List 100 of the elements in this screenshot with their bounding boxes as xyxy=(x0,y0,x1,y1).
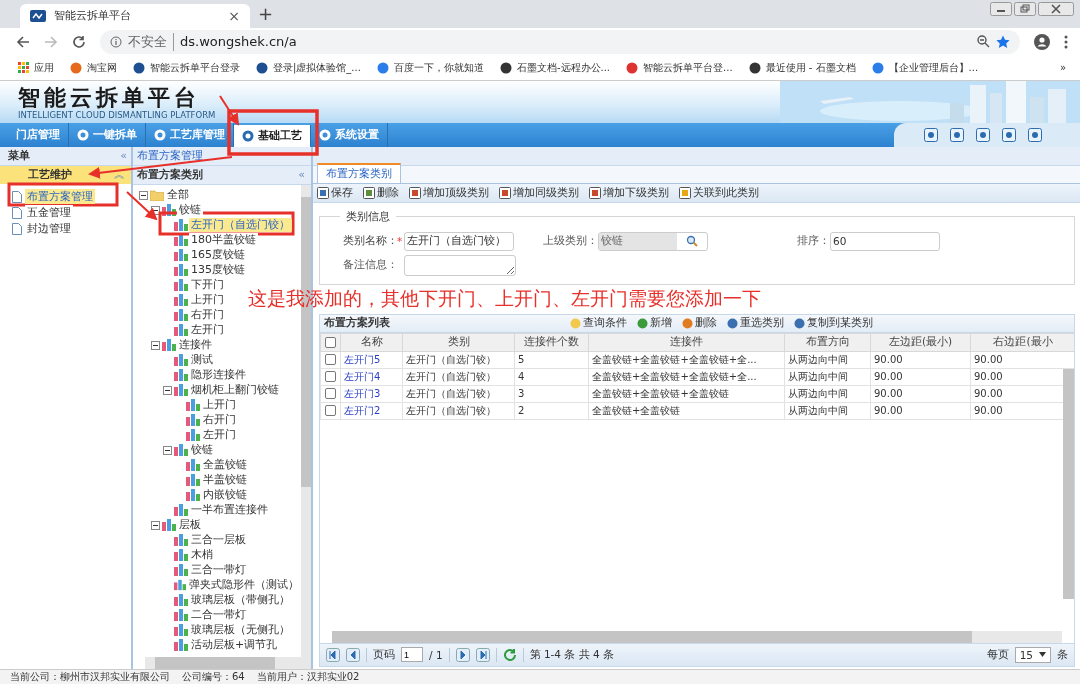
bookmark-link[interactable]: 百度一下，你就知道 xyxy=(376,60,484,75)
tab-title: 智能云拆单平台 xyxy=(54,8,131,24)
bookmark-link[interactable]: 淘宝网 xyxy=(70,60,117,75)
tree-item[interactable]: 左开门（自选门铰） xyxy=(189,218,292,233)
tree-item[interactable]: 木梢 xyxy=(189,548,215,563)
tree-item[interactable]: 左开门 xyxy=(201,428,238,443)
tree-item[interactable]: 下开门 xyxy=(189,278,226,293)
row-checkbox[interactable] xyxy=(325,354,336,366)
collapse-icon[interactable] xyxy=(150,340,160,350)
new-tab-button[interactable]: + xyxy=(258,3,274,25)
address-field[interactable]: 不安全 ds.wongshek.cn/a xyxy=(100,29,1020,54)
bookmark-link[interactable]: 石墨文档-远程办公... xyxy=(499,60,611,75)
tree-item[interactable]: 层板 xyxy=(177,518,203,533)
restore-icon[interactable] xyxy=(1014,2,1036,16)
scrollbar[interactable] xyxy=(1063,368,1074,599)
tree-item[interactable]: 烟机柜上翻门铰链 xyxy=(189,383,281,398)
page-field[interactable]: 1 xyxy=(401,647,423,663)
tree-item[interactable]: 半盖铰链 xyxy=(201,473,249,488)
zoom-icon[interactable] xyxy=(977,35,990,49)
column-header[interactable]: 类别 xyxy=(402,333,515,352)
action-button[interactable]: 查询条件 xyxy=(570,316,627,331)
minimize-icon[interactable] xyxy=(990,2,1012,16)
search-icon[interactable] xyxy=(686,235,698,248)
menu-item[interactable]: 五金管理 xyxy=(25,205,73,221)
close-tab-button[interactable]: × xyxy=(228,7,240,24)
tree-item[interactable]: 上开门 xyxy=(201,398,238,413)
browser-tab[interactable]: 智能云拆单平台 × xyxy=(20,3,250,28)
tree-item[interactable]: 铰链 xyxy=(177,203,203,218)
tree-item[interactable]: 180半盖铰链 xyxy=(189,233,258,248)
collapse-icon[interactable] xyxy=(138,190,148,200)
more-bookmarks-button[interactable]: » xyxy=(1059,62,1066,74)
column-header[interactable]: 连接件 xyxy=(588,333,785,352)
close-icon[interactable] xyxy=(1038,2,1074,16)
toolbar-button[interactable]: 增加下级类别 xyxy=(589,185,669,200)
last-page-icon[interactable] xyxy=(475,648,490,662)
toolbar-button[interactable]: 删除 xyxy=(363,185,399,200)
row-checkbox[interactable] xyxy=(325,388,336,400)
text-field[interactable]: 左开门（自选门铰） xyxy=(404,231,514,251)
scrollbar[interactable] xyxy=(145,657,311,669)
text-field[interactable]: 60 xyxy=(830,231,940,251)
collapse-icon[interactable] xyxy=(162,385,172,395)
refresh-icon[interactable] xyxy=(502,648,517,662)
prev-page-icon[interactable] xyxy=(346,648,360,662)
scrollbar[interactable] xyxy=(332,631,1062,643)
column-header[interactable]: 连接件个数 xyxy=(514,333,589,352)
row-checkbox[interactable] xyxy=(325,405,336,417)
tree-item[interactable]: 全部 xyxy=(165,188,191,203)
tree-item[interactable]: 测试 xyxy=(189,353,215,368)
column-header[interactable]: 名称 xyxy=(340,333,403,352)
toolbar-button[interactable]: 增加同级类别 xyxy=(499,185,579,200)
account-icon[interactable] xyxy=(1034,33,1050,50)
toolbar-button[interactable]: 保存 xyxy=(317,185,353,200)
action-button[interactable]: 删除 xyxy=(682,316,717,331)
tree-item[interactable]: 一半布置连接件 xyxy=(189,503,270,518)
tree-item[interactable]: 右开门 xyxy=(189,308,226,323)
toolbar-button[interactable]: 关联到此类别 xyxy=(679,185,759,200)
tree-item[interactable]: 右开门 xyxy=(201,413,238,428)
menu-icon[interactable] xyxy=(1064,34,1068,49)
tree-item[interactable]: 全盖铰链 xyxy=(201,458,249,473)
tree-item[interactable]: 隐形连接件 xyxy=(189,368,248,383)
column-header[interactable]: 布置方向 xyxy=(784,333,871,352)
tree-item[interactable]: 连接件 xyxy=(177,338,214,353)
bookmark-link[interactable]: 登录|虚拟体验馆_... xyxy=(256,60,361,75)
per-page-select[interactable]: 15 xyxy=(1014,647,1051,663)
menu-item[interactable]: 封边管理 xyxy=(25,221,73,237)
row-checkbox[interactable] xyxy=(325,371,336,383)
back-icon[interactable] xyxy=(16,34,30,49)
nav-tab[interactable]: 基础工艺 xyxy=(234,124,311,147)
tree-item[interactable]: 内嵌铰链 xyxy=(201,488,249,503)
select-all-checkbox[interactable] xyxy=(325,337,336,349)
bookmark-link[interactable]: 【企业管理后台】... xyxy=(871,60,979,75)
reload-icon[interactable] xyxy=(72,34,86,49)
first-page-icon[interactable] xyxy=(326,648,340,662)
next-page-icon[interactable] xyxy=(455,648,470,662)
bookmark-link[interactable]: 智能云拆单平台登... xyxy=(626,60,733,75)
toolbar-button[interactable]: 增加顶级类别 xyxy=(409,185,489,200)
menu-item[interactable]: 布置方案管理 xyxy=(25,189,95,205)
bookmark-link[interactable]: 应用 xyxy=(18,60,54,75)
collapse-icon[interactable] xyxy=(162,445,172,455)
tree-item[interactable]: 二合一带灯 xyxy=(189,608,248,623)
tree-item[interactable]: 铰链 xyxy=(189,443,215,458)
bookmark-link[interactable]: 最近使用 - 石墨文档 xyxy=(748,60,856,75)
panel-tab[interactable]: 布置方案类别 xyxy=(317,162,401,183)
action-button[interactable]: 重选类别 xyxy=(727,316,784,331)
tree-item[interactable]: 165度铰链 xyxy=(189,248,247,263)
notes-field[interactable] xyxy=(404,254,516,276)
tree-item[interactable]: 三合一层板 xyxy=(189,533,248,548)
action-button[interactable]: 新增 xyxy=(637,316,672,331)
action-button[interactable]: 复制到某类别 xyxy=(794,316,873,331)
tree-item[interactable]: 活动层板+调节孔 xyxy=(189,638,280,653)
collapse-icon[interactable] xyxy=(150,520,160,530)
column-header[interactable]: 右边距(最小 xyxy=(970,333,1074,352)
column-header[interactable]: 左边距(最小) xyxy=(870,333,971,352)
bookmark-link[interactable]: 智能云拆单平台登录 xyxy=(133,60,240,75)
tree-item[interactable]: 135度铰链 xyxy=(189,263,247,278)
collapse-icon[interactable] xyxy=(150,205,160,215)
tree-item[interactable]: 三合一带灯 xyxy=(189,563,248,578)
star-icon[interactable] xyxy=(996,34,1010,49)
tree-item[interactable]: 左开门 xyxy=(189,323,226,338)
tree-item[interactable]: 上开门 xyxy=(189,293,226,308)
